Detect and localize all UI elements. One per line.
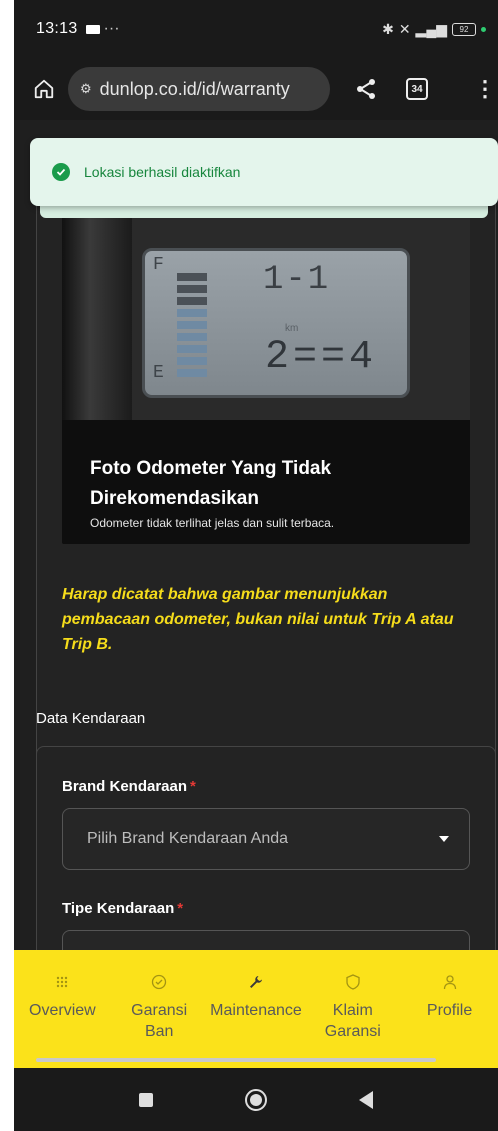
toast-message: Lokasi berhasil diaktifkan bbox=[84, 164, 241, 180]
share-icon bbox=[357, 79, 375, 99]
lcd-full-mark: F bbox=[153, 255, 164, 275]
nav-item-overview[interactable]: Overview bbox=[14, 950, 111, 1068]
toast-notification[interactable]: Lokasi berhasil diaktifkan bbox=[30, 138, 498, 206]
status-bar: 13:13 ··· ✱ ✕ ▂▄▆ 92 bbox=[14, 0, 498, 58]
type-label: Tipe Kendaraan * bbox=[62, 900, 183, 917]
lcd-gear: 1-1 bbox=[263, 261, 331, 299]
privacy-dot-icon bbox=[481, 26, 486, 32]
chevron-down-icon bbox=[439, 836, 449, 842]
fuel-gauge-bars bbox=[177, 273, 207, 381]
wrench-icon bbox=[248, 972, 264, 992]
bottom-navigation: Overview Garansi Ban Maintenance Klaim G… bbox=[14, 950, 498, 1068]
more-notifications-icon: ··· bbox=[103, 20, 120, 37]
lcd-odometer-reading: 2==4 bbox=[265, 335, 378, 380]
site-settings-icon[interactable]: ⚙ bbox=[80, 81, 92, 97]
nav-label: Profile bbox=[426, 1002, 473, 1019]
menu-icon[interactable]: ⋮ bbox=[474, 76, 496, 102]
nav-item-maintenance[interactable]: Maintenance bbox=[208, 950, 305, 1068]
nav-label: Garansi Ban bbox=[131, 1002, 188, 1040]
brand-select-placeholder: Pilih Brand Kendaraan Anda bbox=[87, 830, 289, 847]
required-mark: * bbox=[177, 900, 184, 917]
check-circle-icon bbox=[151, 972, 167, 992]
tabs-button[interactable]: 34 bbox=[406, 78, 428, 100]
lcd-empty-mark: E bbox=[153, 363, 164, 383]
battery-icon: 92 bbox=[452, 22, 476, 36]
photo-caption: Foto Odometer Yang Tidak Direkomendasika… bbox=[90, 454, 470, 530]
home-circle-button[interactable] bbox=[245, 1088, 267, 1111]
home-button[interactable] bbox=[28, 73, 60, 105]
home-icon bbox=[34, 79, 54, 99]
required-mark: * bbox=[190, 778, 196, 795]
brand-select[interactable]: Pilih Brand Kendaraan Anda bbox=[62, 808, 470, 870]
recents-button[interactable] bbox=[139, 1092, 153, 1107]
nav-scrollbar[interactable] bbox=[36, 1058, 436, 1062]
photo-description: Odometer tidak terlihat jelas dan sulit … bbox=[90, 516, 335, 530]
shield-icon bbox=[346, 972, 360, 992]
back-button[interactable] bbox=[359, 1090, 373, 1109]
lcd-unit: km bbox=[285, 323, 299, 334]
brand-label: Brand Kendaraan * bbox=[62, 778, 196, 795]
type-label-text: Tipe Kendaraan bbox=[62, 900, 175, 917]
signal-icon: ▂▄▆ bbox=[415, 20, 447, 37]
url-field[interactable]: ⚙ dunlop.co.id/id/warranty bbox=[68, 67, 330, 111]
system-navigation-bar bbox=[14, 1068, 498, 1131]
browser-toolbar: ⚙ dunlop.co.id/id/warranty 34 ⋮ bbox=[14, 58, 498, 120]
toast-shadow bbox=[40, 206, 488, 218]
bluetooth-icon: ✱ bbox=[382, 20, 394, 37]
person-icon bbox=[443, 972, 457, 992]
status-icons: ✱ ✕ ▂▄▆ 92 bbox=[382, 21, 486, 38]
nav-label: Overview bbox=[29, 1002, 96, 1019]
mute-icon: ✕ bbox=[398, 20, 411, 37]
grid-icon bbox=[55, 972, 69, 992]
photo-title: Foto Odometer Yang Tidak Direkomendasika… bbox=[90, 458, 332, 509]
odometer-lcd: F E 1-1 km 2==4 bbox=[142, 248, 410, 398]
odometer-notice: Harap dicatat bahwa gambar menunjukkan p… bbox=[62, 586, 454, 653]
status-time: 13:13 bbox=[36, 20, 78, 37]
camera-icon bbox=[85, 24, 100, 34]
share-button[interactable] bbox=[350, 73, 382, 105]
brand-label-text: Brand Kendaraan bbox=[62, 778, 188, 795]
check-circle-icon bbox=[52, 163, 70, 181]
nav-label: Maintenance bbox=[210, 1002, 302, 1019]
url-text: dunlop.co.id/id/warranty bbox=[99, 78, 290, 99]
nav-item-klaim-garansi[interactable]: Klaim Garansi bbox=[304, 950, 401, 1068]
nav-item-garansi-ban[interactable]: Garansi Ban bbox=[111, 950, 208, 1068]
section-title: Data Kendaraan bbox=[36, 710, 146, 727]
nav-label: Klaim Garansi bbox=[324, 1002, 381, 1040]
nav-item-profile[interactable]: Profile bbox=[401, 950, 498, 1068]
